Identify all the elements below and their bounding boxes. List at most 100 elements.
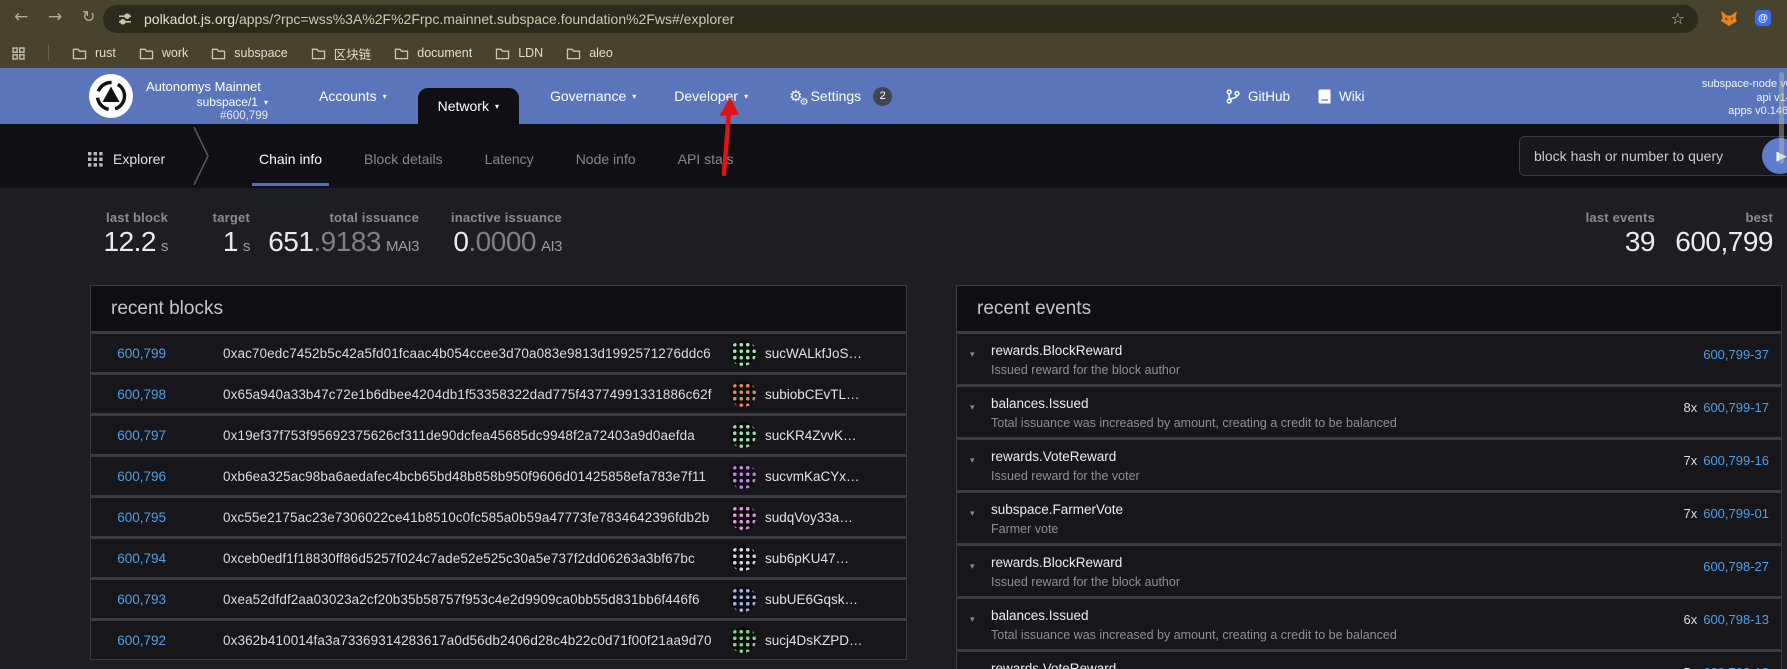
block-number-link[interactable]: 600,797 [91, 428, 166, 443]
block-number-link[interactable]: 600,793 [91, 592, 166, 607]
event-row: ▾ rewards.VoteReward Issued reward for t… [957, 440, 1781, 490]
event-block-link[interactable]: 600,798-13 [1703, 612, 1769, 627]
block-number-link[interactable]: 600,799 [91, 346, 166, 361]
nav-governance[interactable]: Governance▾ [537, 68, 649, 124]
autonomys-logo[interactable] [89, 74, 133, 118]
chain-info[interactable]: Autonomys Mainnet subspace/1▾ #600,799 [146, 79, 268, 122]
block-author: sucKR4ZvvK… [730, 422, 892, 448]
block-search-input[interactable] [1519, 136, 1787, 176]
chevron-down-icon: ▾ [495, 102, 499, 111]
address-bar[interactable]: polkadot.js.org/apps/?rpc=wss%3A%2F%2Frp… [103, 5, 1698, 33]
breadcrumb-explorer[interactable]: Explorer [88, 124, 165, 188]
block-author-name[interactable]: sub6pKU47… [765, 551, 849, 566]
chevron-down-icon[interactable]: ▾ [970, 456, 975, 466]
recent-events-header: recent events [957, 286, 1781, 331]
back-icon[interactable]: ← [14, 7, 28, 27]
block-author: subUE6Gqsk… [730, 586, 892, 612]
block-row: 600,799 0xac70edc7452b5c42a5fd01fcaac4b0… [91, 334, 906, 372]
block-search: ▶ [1519, 136, 1787, 176]
block-author-name[interactable]: sucj4DsKZPD… [765, 633, 863, 648]
block-hash: 0xceb0edf1f18830ff86d5257f024c7ade52e525… [223, 551, 695, 566]
block-number-link[interactable]: 600,792 [91, 633, 166, 648]
bookmark-folder[interactable]: document [394, 46, 472, 60]
forward-icon[interactable]: → [48, 7, 62, 27]
chevron-down-icon[interactable]: ▾ [970, 562, 975, 572]
block-author-name[interactable]: sucvmKaCYx… [765, 469, 860, 484]
block-number-link[interactable]: 600,796 [91, 469, 166, 484]
page-scrollbar[interactable] [1779, 72, 1784, 164]
chevron-down-icon[interactable]: ▾ [970, 350, 975, 360]
event-block-link[interactable]: 600,799-37 [1703, 347, 1769, 362]
event-description: Farmer vote [991, 522, 1767, 536]
panel-title: recent events [977, 298, 1091, 320]
reload-icon[interactable]: ↻ [82, 7, 95, 26]
block-number-link[interactable]: 600,795 [91, 510, 166, 525]
block-author-name[interactable]: sucWALkfJoS… [765, 346, 862, 361]
bookmark-folder[interactable]: work [139, 46, 188, 60]
tab-block-details[interactable]: Block details [343, 130, 464, 188]
wiki-link[interactable]: Wiki [1318, 89, 1365, 104]
block-author-name[interactable]: subiobCEvTL… [765, 387, 860, 402]
chevron-down-icon: ▾ [744, 92, 748, 101]
event-name: rewards.BlockReward [991, 343, 1767, 358]
event-name: balances.Issued [991, 396, 1767, 411]
divider [48, 45, 49, 61]
event-count: 6x [1683, 612, 1697, 627]
chevron-down-icon[interactable]: ▾ [970, 403, 975, 413]
event-block-link[interactable]: 600,798-12 [1703, 665, 1769, 669]
identicon [730, 586, 756, 612]
event-row: ▾ subspace.FarmerVote Farmer vote 7x 600… [957, 493, 1781, 543]
event-block-link[interactable]: 600,798-27 [1703, 559, 1769, 574]
tab-chain-info[interactable]: Chain info [238, 130, 343, 188]
chevron-down-icon[interactable]: ▾ [970, 615, 975, 625]
identicon [730, 504, 756, 530]
block-author-name[interactable]: subUE6Gqsk… [765, 592, 858, 607]
event-description: Total issuance was increased by amount, … [991, 628, 1767, 642]
bookmark-folder[interactable]: LDN [495, 46, 543, 60]
block-author: sucWALkfJoS… [730, 340, 892, 366]
block-author-name[interactable]: sucKR4ZvvK… [765, 428, 857, 443]
chevron-down-icon[interactable]: ▾ [970, 509, 975, 519]
event-block-link[interactable]: 600,799-01 [1703, 506, 1769, 521]
bookmark-label: document [417, 46, 472, 60]
site-settings-icon[interactable] [117, 11, 133, 27]
block-author: sub6pKU47… [730, 545, 892, 571]
folder-icon [311, 47, 326, 60]
event-row: ▾ rewards.BlockReward Issued reward for … [957, 334, 1781, 384]
block-hash: 0xb6ea325ac98ba6aedafec4bcb65bd48b858b95… [223, 469, 706, 484]
tab-api-stats[interactable]: API stats [657, 130, 755, 188]
nav-accounts[interactable]: Accounts▾ [306, 68, 400, 124]
nav-developer[interactable]: Developer▾ [661, 68, 761, 124]
github-icon [1226, 89, 1240, 104]
event-block-link[interactable]: 600,799-17 [1703, 400, 1769, 415]
block-number-link[interactable]: 600,794 [91, 551, 166, 566]
block-author: sucj4DsKZPD… [730, 627, 892, 653]
nav-settings[interactable]: ⚙⚙ Settings 2 [777, 68, 904, 124]
apps-grid-icon[interactable] [12, 47, 25, 60]
bookmark-folder[interactable]: rust [72, 46, 116, 60]
stat-inactive-issuance: inactive issuance 0.0000AI3 [362, 210, 562, 258]
identicon [730, 463, 756, 489]
bookmark-star-icon[interactable]: ☆ [1671, 9, 1685, 28]
block-number-link[interactable]: 600,798 [91, 387, 166, 402]
nav-network[interactable]: Network▾ [418, 88, 519, 124]
bookmark-folder[interactable]: 区块链 [311, 44, 372, 63]
event-block-link[interactable]: 600,799-16 [1703, 453, 1769, 468]
bookmark-folder[interactable]: aleo [566, 46, 613, 60]
block-row: 600,795 0xc55e2175ac23e7306022ce41b8510c… [91, 498, 906, 536]
tab-bar: Explorer Chain info Block details Latenc… [0, 124, 1787, 188]
bookmark-folder[interactable]: subspace [211, 46, 288, 60]
event-count: 5x [1683, 665, 1697, 669]
event-row: ▾ rewards.VoteReward Issued reward for t… [957, 652, 1781, 669]
extension-icon[interactable]: @ [1755, 10, 1771, 26]
folder-icon [394, 47, 409, 60]
chain-spec-selector[interactable]: subspace/1▾ [146, 95, 268, 109]
tab-latency[interactable]: Latency [464, 130, 555, 188]
metamask-extension-icon[interactable] [1720, 10, 1738, 27]
tab-node-info[interactable]: Node info [555, 130, 657, 188]
identicon [730, 381, 756, 407]
event-link-group: 600,798-27 [1703, 559, 1769, 574]
github-link[interactable]: GitHub [1226, 89, 1290, 104]
block-author-name[interactable]: sudqVoy33a… [765, 510, 853, 525]
bookmark-label: aleo [589, 46, 613, 60]
